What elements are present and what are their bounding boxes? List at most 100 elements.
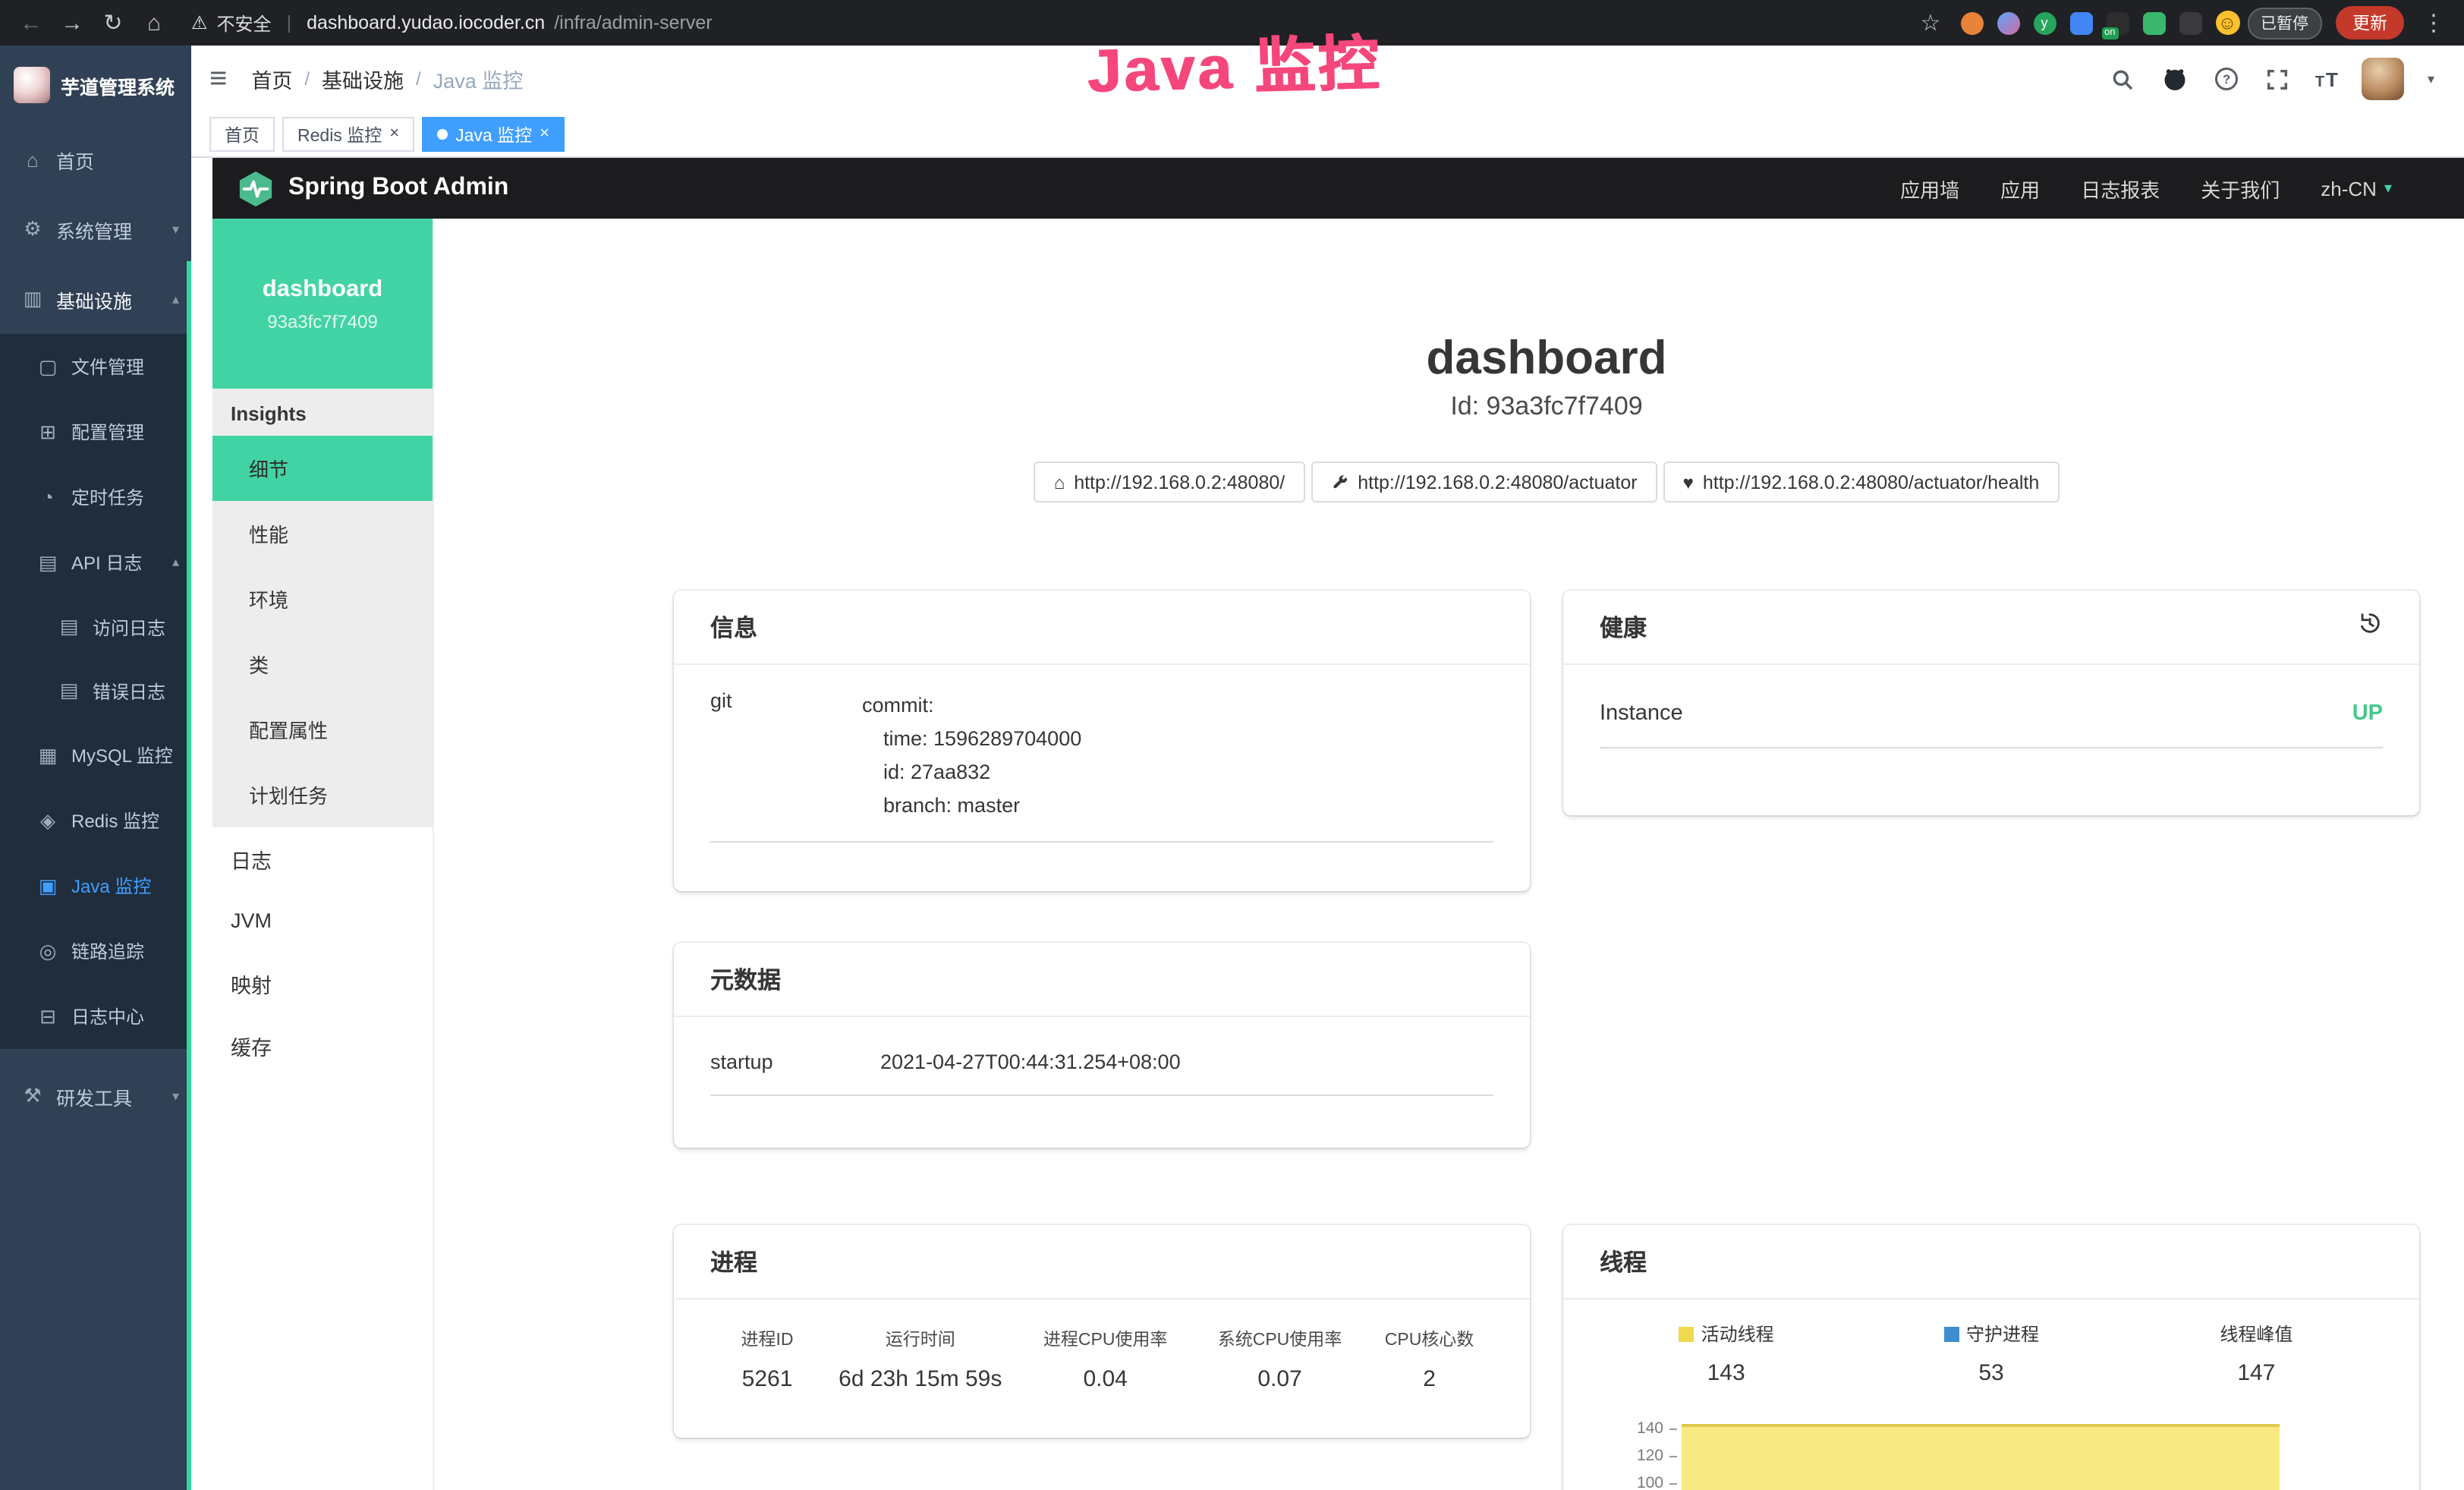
app-logo[interactable]: 芋道管理系统 bbox=[0, 46, 191, 124]
browser-menu-icon[interactable]: ⋮ bbox=[2418, 9, 2450, 36]
sidebar-item-file-management[interactable]: ▢ 文件管理 bbox=[0, 334, 191, 399]
extension-icon-leaf[interactable] bbox=[2142, 11, 2165, 34]
sidebar-item-trace[interactable]: ◎ 链路追踪 bbox=[0, 918, 191, 984]
link-url: http://192.168.0.2:48080/actuator/health bbox=[1703, 471, 2039, 493]
breadcrumb-infrastructure[interactable]: 基础设施 bbox=[322, 64, 404, 94]
fullscreen-icon[interactable] bbox=[2264, 65, 2292, 93]
sidebar-item-label: API 日志 bbox=[71, 550, 142, 575]
git-id-line: id: 27aa832 bbox=[862, 756, 1493, 789]
sba-item-logs[interactable]: 日志 bbox=[212, 827, 433, 890]
tab-home[interactable]: 首页 bbox=[209, 117, 275, 152]
sba-item-classes[interactable]: 类 bbox=[212, 632, 433, 697]
link-url: http://192.168.0.2:48080/actuator bbox=[1358, 471, 1637, 493]
extension-icon-puzzle[interactable] bbox=[2179, 11, 2201, 34]
close-icon[interactable]: × bbox=[540, 126, 549, 143]
health-url-link[interactable]: ♥ http://192.168.0.2:48080/actuator/heal… bbox=[1663, 461, 2060, 502]
screen: ← → ↻ ⌂ ⚠ 不安全 | dashboard.yudao.iocoder.… bbox=[0, 0, 2464, 1490]
browser-back-icon[interactable]: ← bbox=[15, 10, 47, 36]
card-title: 进程 bbox=[674, 1225, 1530, 1299]
sidebar-item-system-management[interactable]: ⚙ 系统管理 ▾ bbox=[0, 194, 191, 264]
instance-url-link[interactable]: ⌂ http://192.168.0.2:48080/ bbox=[1034, 461, 1305, 502]
sidebar-item-mysql-monitor[interactable]: ▦ MySQL 监控 bbox=[0, 723, 191, 788]
breadcrumb-home[interactable]: 首页 bbox=[251, 64, 292, 94]
paused-badge[interactable]: 已暂停 bbox=[2247, 7, 2322, 39]
tab-redis-monitor[interactable]: Redis 监控 × bbox=[282, 117, 414, 152]
browser-refresh-icon[interactable]: ↻ bbox=[97, 9, 129, 36]
sidebar-item-infrastructure[interactable]: ▥ 基础设施 ▴ bbox=[0, 264, 191, 334]
stat-uptime: 运行时间 6d 23h 15m 59s bbox=[824, 1327, 1016, 1392]
sidebar-item-label: 研发工具 bbox=[56, 1082, 132, 1110]
cards-column-right: 健康 Instance bbox=[1563, 591, 2419, 1490]
sidebar-item-home[interactable]: ⌂ 首页 bbox=[0, 124, 191, 194]
process-card: 进程 进程ID 5261 bbox=[674, 1225, 1530, 1438]
sidebar-item-java-monitor[interactable]: ▣ Java 监控 bbox=[0, 853, 191, 918]
sidebar-item-dev-tools[interactable]: ⚒ 研发工具 ▾ bbox=[0, 1061, 191, 1131]
sidebar-item-scheduled-tasks[interactable]: ◔ 定时任务 bbox=[0, 465, 191, 530]
extension-icon-blue-grid[interactable] bbox=[2069, 11, 2092, 34]
font-size-icon[interactable]: TT bbox=[2315, 68, 2340, 90]
sba-nav-journal[interactable]: 日志报表 bbox=[2081, 174, 2160, 203]
process-stats: 进程ID 5261 运行时间 6d 23h 15m 59s bbox=[710, 1324, 1493, 1392]
address-bar[interactable]: ⚠ 不安全 | dashboard.yudao.iocoder.cn/infra… bbox=[191, 10, 713, 36]
legend-swatch-daemon bbox=[1943, 1327, 1959, 1342]
tab-java-monitor[interactable]: Java 监控 × bbox=[422, 117, 565, 152]
browser-home-icon[interactable]: ⌂ bbox=[138, 10, 170, 36]
sidebar-item-access-logs[interactable]: ▤ 访问日志 bbox=[0, 595, 191, 659]
search-icon[interactable] bbox=[2109, 65, 2138, 93]
avatar-caret-icon[interactable]: ▾ bbox=[2428, 71, 2434, 87]
security-warning-icon[interactable]: ⚠ bbox=[191, 12, 208, 33]
sidebar-item-error-logs[interactable]: ▤ 错误日志 bbox=[0, 659, 191, 723]
extension-icon-orange[interactable] bbox=[1960, 11, 1983, 34]
active-tab-dot bbox=[437, 129, 448, 140]
git-time-line: time: 1596289704000 bbox=[862, 723, 1493, 756]
sba-item-mappings[interactable]: 映射 bbox=[212, 952, 433, 1014]
sidebar-item-api-logs[interactable]: ▤ API 日志 ▴ bbox=[0, 530, 191, 595]
browser-forward-icon[interactable]: → bbox=[56, 10, 88, 36]
sba-item-caches[interactable]: 缓存 bbox=[212, 1014, 433, 1076]
help-icon[interactable]: ? bbox=[2212, 65, 2241, 93]
sba-language-select[interactable]: zh-CN ▾ bbox=[2321, 177, 2392, 200]
sidebar-item-redis-monitor[interactable]: ◈ Redis 监控 bbox=[0, 788, 191, 853]
sba-instance-id: 93a3fc7f7409 bbox=[212, 311, 433, 332]
extension-icon-proxy[interactable]: on bbox=[2106, 11, 2129, 34]
chevron-down-icon: ▾ bbox=[172, 1088, 179, 1104]
sba-item-config-props[interactable]: 配置属性 bbox=[212, 697, 433, 762]
tab-label: Java 监控 bbox=[455, 122, 532, 146]
user-avatar[interactable] bbox=[2362, 58, 2405, 100]
sidebar-item-log-center[interactable]: ⊟ 日志中心 bbox=[0, 984, 191, 1049]
stat-label: 守护进程 bbox=[1966, 1324, 2039, 1345]
sba-menu-label: Insights bbox=[212, 389, 433, 436]
sidebar-item-label: 基础设施 bbox=[56, 285, 132, 313]
y-axis-tick-mark bbox=[1669, 1483, 1677, 1485]
sba-nav-about[interactable]: 关于我们 bbox=[2201, 174, 2280, 203]
sba-item-details[interactable]: 细节 bbox=[212, 436, 433, 501]
threads-stats: 活动线程 143 守护进程 53 bbox=[1594, 1321, 2389, 1386]
bookmark-star-icon[interactable]: ☆ bbox=[1915, 9, 1946, 36]
github-icon[interactable] bbox=[2160, 65, 2189, 93]
sba-instance-header[interactable]: dashboard 93a3fc7f7409 bbox=[212, 219, 433, 389]
security-warning-label: 不安全 bbox=[217, 10, 272, 36]
stat-value: 2 bbox=[1365, 1366, 1493, 1392]
sba-nav-applications[interactable]: 应用 bbox=[2000, 174, 2040, 203]
sidebar-item-label: 系统管理 bbox=[56, 215, 132, 244]
profile-smiley-icon[interactable]: ☺ bbox=[2215, 11, 2239, 35]
url-path: /infra/admin-server bbox=[554, 12, 712, 33]
hamburger-icon[interactable]: ≡ bbox=[209, 64, 227, 94]
close-icon[interactable]: × bbox=[389, 126, 399, 143]
extension-icon-colorful[interactable] bbox=[1997, 11, 2019, 34]
history-icon[interactable] bbox=[2357, 610, 2383, 644]
sba-nav-wallboard[interactable]: 应用墙 bbox=[1900, 174, 1959, 203]
sba-content: dashboard Id: 93a3fc7f7409 ⌂ http://192.… bbox=[434, 219, 2464, 1490]
actuator-url-link[interactable]: http://192.168.0.2:48080/actuator bbox=[1311, 461, 1657, 502]
sba-item-environment[interactable]: 环境 bbox=[212, 566, 433, 632]
threads-chart: 140 120 100 bbox=[1594, 1407, 2389, 1490]
sba-item-jvm[interactable]: JVM bbox=[212, 890, 433, 952]
metadata-startup-row: startup 2021-04-27T00:44:31.254+08:00 bbox=[710, 1051, 1493, 1096]
sba-item-performance[interactable]: 性能 bbox=[212, 501, 433, 566]
sba-body: dashboard 93a3fc7f7409 Insights 细节 性能 环境… bbox=[212, 219, 2464, 1490]
sidebar-submenu-infrastructure: ▢ 文件管理 ⊞ 配置管理 ◔ 定时任务 ▤ API 日志 ▴ ▤ bbox=[0, 334, 191, 1049]
sba-item-scheduled-tasks[interactable]: 计划任务 bbox=[212, 762, 433, 827]
browser-update-button[interactable]: 更新 bbox=[2336, 6, 2404, 39]
sidebar-item-config-management[interactable]: ⊞ 配置管理 bbox=[0, 399, 191, 465]
extension-icon-green[interactable]: y bbox=[2033, 11, 2056, 34]
